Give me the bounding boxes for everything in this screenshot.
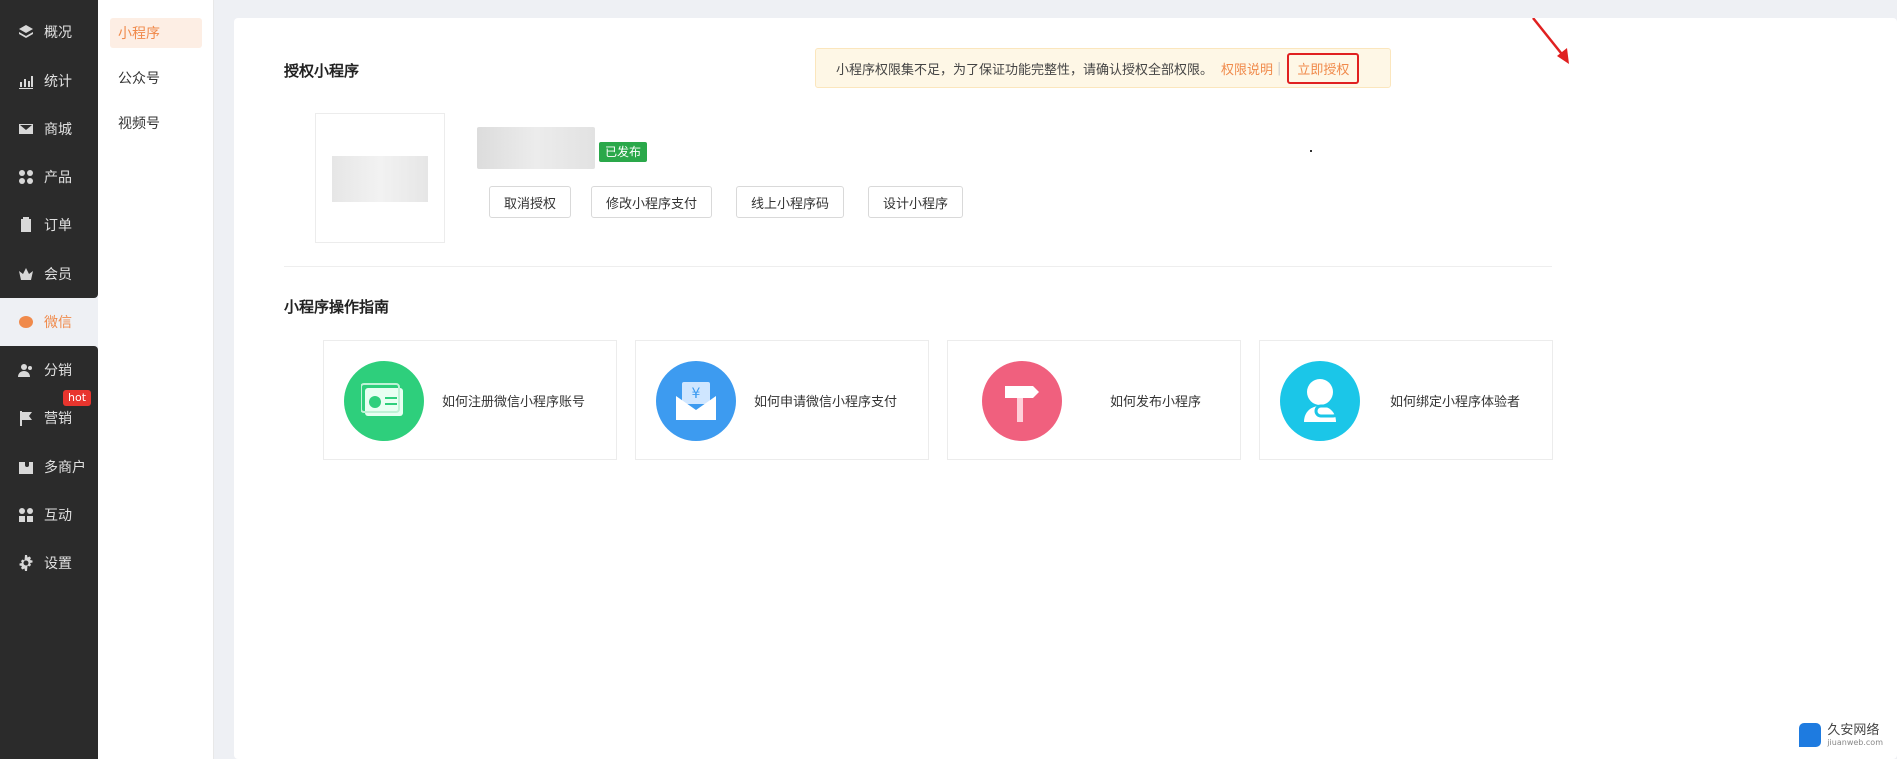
nav-item-overview[interactable]: 概况 (0, 12, 98, 52)
nav-item-multi-merchant[interactable]: 多商户 (0, 447, 98, 487)
guide-card-publish[interactable]: 如何发布小程序 (947, 340, 1241, 460)
clipboard-icon (18, 217, 34, 233)
cancel-auth-button[interactable]: 取消授权 (489, 186, 572, 218)
notice-text: 小程序权限集不足，为了保证功能完整性，请确认授权全部权限。 (836, 62, 1214, 78)
permission-notice: 小程序权限集不足，为了保证功能完整性，请确认授权全部权限。 权限说明 | 立即授… (815, 48, 1391, 88)
nav-label: 订单 (44, 218, 72, 234)
nav-label: 商城 (44, 122, 72, 138)
stray-dot (1310, 150, 1312, 152)
section-divider (284, 266, 1552, 267)
hot-badge: hot (63, 390, 92, 406)
crown-icon (18, 266, 34, 282)
nav-label: 分销 (44, 363, 72, 379)
nav-item-settings[interactable]: 设置 (0, 543, 98, 583)
nav-label: 营销 (44, 411, 72, 427)
watermark-text: 久安网络 jiuanweb.com (1827, 722, 1883, 747)
nav-item-product[interactable]: 产品 (0, 157, 98, 197)
modify-payment-button[interactable]: 修改小程序支付 (591, 186, 713, 218)
nav-label: 设置 (44, 556, 72, 572)
nav-label: 会员 (44, 267, 72, 283)
online-qrcode-button[interactable]: 线上小程序码 (736, 186, 845, 218)
main-sidebar: 概况 统计 商城 产品 订单 会员 微信 分销 营销 多商户 互动 设置 hot (0, 0, 98, 759)
miniprogram-name-blur (477, 127, 595, 169)
guide-section-title: 小程序操作指南 (284, 298, 390, 316)
gear-icon (18, 555, 34, 571)
nav-item-interaction[interactable]: 互动 (0, 495, 98, 535)
nav-label: 产品 (44, 170, 72, 186)
guide-label: 如何注册微信小程序账号 (442, 394, 586, 410)
subnav-item-miniprogram[interactable]: 小程序 (110, 18, 202, 48)
layers-icon (18, 24, 34, 40)
auth-section-title: 授权小程序 (284, 62, 360, 80)
nav-item-order[interactable]: 订单 (0, 205, 98, 245)
arrow-annotation-icon (1532, 18, 1569, 64)
guide-label: 如何发布小程序 (1110, 394, 1202, 410)
subnav-item-official-account[interactable]: 公众号 (110, 63, 202, 93)
wechat-icon (18, 314, 34, 330)
guide-card-register[interactable]: 如何注册微信小程序账号 (323, 340, 617, 460)
nav-label: 互动 (44, 508, 72, 524)
permission-link[interactable]: 权限说明 (1221, 59, 1273, 78)
signpost-icon (982, 361, 1062, 441)
authorize-now-link[interactable]: 立即授权 (1287, 52, 1360, 84)
nav-label: 微信 (44, 315, 72, 331)
miniprogram-logo (315, 113, 445, 243)
nav-item-mall[interactable]: 商城 (0, 109, 98, 149)
guide-card-payment[interactable]: ¥ 如何申请微信小程序支付 (635, 340, 929, 460)
user-link-icon (1280, 361, 1360, 441)
people-icon (18, 507, 34, 523)
sub-sidebar: 小程序 公众号 视频号 (98, 0, 214, 759)
mail-icon (18, 121, 34, 137)
notice-separator: | (1277, 60, 1282, 76)
watermark: 久安网络 jiuanweb.com (1799, 723, 1883, 747)
design-miniprogram-button[interactable]: 设计小程序 (868, 186, 964, 218)
watermark-logo-icon (1799, 723, 1822, 747)
nav-item-member[interactable]: 会员 (0, 254, 98, 294)
users-icon (18, 362, 34, 378)
flag-icon (18, 410, 34, 426)
chart-icon (18, 73, 34, 89)
nav-item-wechat[interactable]: 微信 (0, 302, 98, 342)
guide-label: 如何绑定小程序体验者 (1390, 394, 1521, 410)
subnav-item-channels[interactable]: 视频号 (110, 108, 202, 138)
puzzle-icon (18, 459, 34, 475)
main-panel: 授权小程序 小程序权限集不足，为了保证功能完整性，请确认授权全部权限。 权限说明… (234, 18, 1897, 759)
watermark-sub: jiuanweb.com (1827, 737, 1883, 747)
watermark-name: 久安网络 (1827, 722, 1880, 738)
logo-blur (332, 156, 428, 202)
guide-label: 如何申请微信小程序支付 (754, 394, 898, 410)
guide-card-tester[interactable]: 如何绑定小程序体验者 (1259, 340, 1553, 460)
nav-label: 概况 (44, 25, 72, 41)
svg-text:¥: ¥ (692, 386, 701, 402)
nav-label: 统计 (44, 74, 72, 90)
nav-label: 多商户 (44, 460, 86, 476)
nav-item-stats[interactable]: 统计 (0, 61, 98, 101)
nav-item-distribution[interactable]: 分销 (0, 350, 98, 390)
status-badge: 已发布 (599, 142, 648, 162)
envelope-yuan-icon: ¥ (656, 361, 736, 441)
id-card-icon (344, 361, 424, 441)
grid-icon (18, 169, 34, 185)
